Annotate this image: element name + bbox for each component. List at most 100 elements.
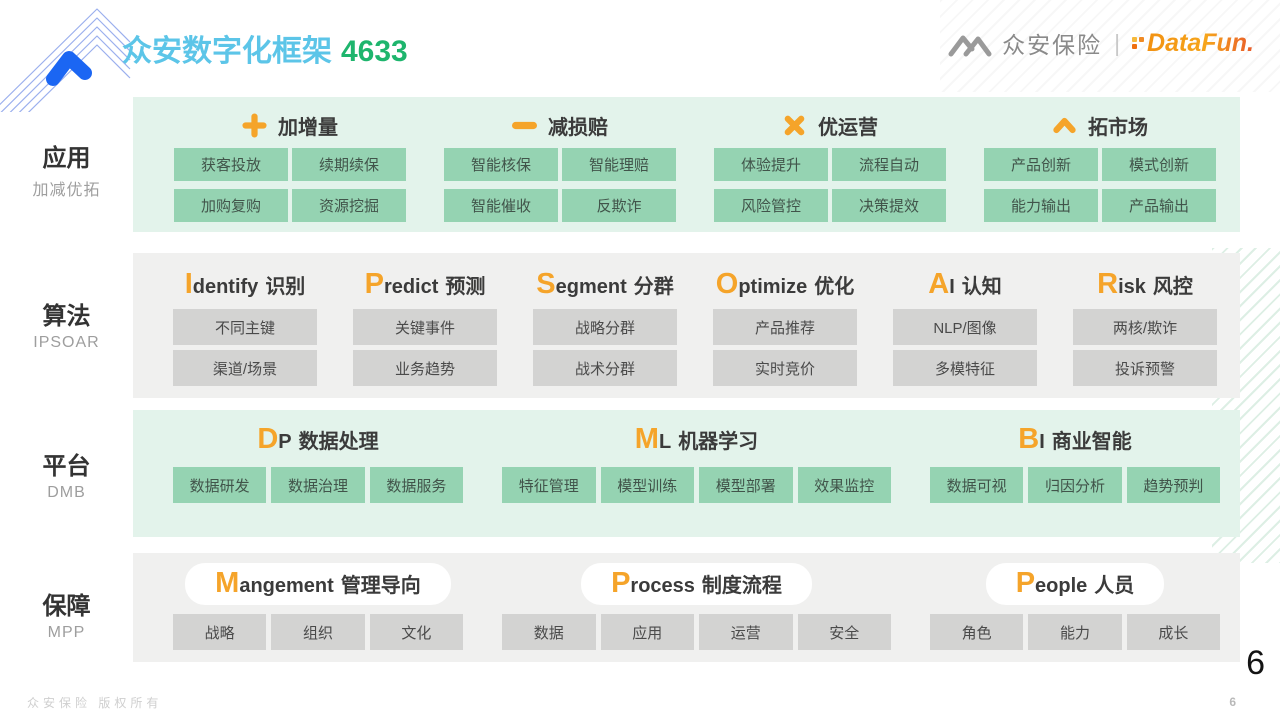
chip: 数据服务	[370, 467, 463, 503]
chip-grid: 战略分群 战术分群	[533, 309, 677, 386]
chip: 应用	[601, 614, 695, 650]
chip-grid: 特征管理 模型训练 模型部署 效果监控	[502, 467, 891, 503]
group-header-pill: Mangement管理导向	[185, 563, 451, 605]
header-initial: P	[365, 269, 384, 299]
group-header: BI 商业智能	[930, 424, 1220, 456]
group-title: 拓市场	[1088, 111, 1148, 140]
header-cn: 分群	[634, 276, 674, 298]
group-header: 优运营	[714, 110, 946, 140]
chip-grid: 战略 组织 文化	[173, 614, 463, 650]
group-header: 拓市场	[984, 110, 1216, 140]
brand-area: 众安保险 | DataFun.	[947, 26, 1254, 60]
group-expand-market: 拓市场 产品创新 模式创新 能力输出 产品输出	[984, 97, 1216, 232]
group-header: 减损赔	[444, 110, 676, 140]
group-predict: Predict预测 关键事件 业务趋势	[353, 253, 497, 398]
group-header: 加增量	[174, 110, 406, 140]
chip: 风险管控	[714, 189, 828, 222]
chip: 多模特征	[893, 350, 1037, 386]
row-label-sub: DMB	[0, 484, 133, 502]
group-ai: AI认知 NLP/图像 多模特征	[893, 253, 1037, 398]
datafun-logo-text: DataFun.	[1147, 29, 1254, 58]
chip-grid: 获客投放 续期续保 加购复购 资源挖掘	[174, 148, 406, 222]
chip-grid: 体验提升 流程自动 风险管控 决策提效	[714, 148, 946, 222]
row-label-platform: 平台 DMB	[0, 446, 133, 502]
chip: 获客投放	[174, 148, 288, 181]
row-label-main: 应用	[0, 138, 133, 173]
multiply-icon	[782, 113, 807, 138]
chip-grid: 角色 能力 成长	[930, 614, 1220, 650]
chip-grid: 数据 应用 运营 安全	[502, 614, 891, 650]
chip: 两核/欺诈	[1073, 309, 1217, 345]
row-label-application: 应用 加减优拓	[0, 138, 133, 200]
chip: 战略分群	[533, 309, 677, 345]
group-business-intelligence: BI 商业智能 数据可视 归因分析 趋势预判	[930, 410, 1220, 537]
header-rest: I	[1039, 431, 1045, 453]
header-rest: rocess	[630, 575, 695, 597]
chip: 智能理赔	[562, 148, 676, 181]
header-rest: P	[278, 431, 291, 453]
header-rest: I	[949, 276, 955, 298]
chip-grid: 两核/欺诈 投诉预警	[1073, 309, 1217, 386]
header-initial: A	[928, 269, 949, 299]
page-number-small: 6	[1229, 695, 1236, 709]
row-label-sub: MPP	[0, 624, 133, 642]
group-header-pill: People人员	[986, 563, 1165, 605]
chip: 实时竞价	[713, 350, 857, 386]
chip: 流程自动	[832, 148, 946, 181]
chip: 模型部署	[699, 467, 793, 503]
zhongan-logo-icon	[947, 28, 993, 58]
chip: 数据治理	[271, 467, 364, 503]
group-header: Risk风控	[1073, 269, 1217, 303]
header-cn: 商业智能	[1052, 431, 1132, 453]
chip: 产品创新	[984, 148, 1098, 181]
header-initial: M	[635, 424, 659, 454]
header-rest: isk	[1118, 276, 1146, 298]
group-header: AI认知	[893, 269, 1037, 303]
header-initial: P	[611, 568, 630, 598]
zhongan-logo-text: 众安保险	[1002, 26, 1102, 60]
datafun-dots-icon	[1132, 37, 1144, 49]
group-data-processing: DP数据处理 数据研发 数据治理 数据服务	[173, 410, 463, 537]
chip: NLP/图像	[893, 309, 1037, 345]
header-rest: redict	[384, 276, 438, 298]
chip: 加购复购	[174, 189, 288, 222]
support-panel: Mangement管理导向 战略 组织 文化 Process 制度流程 数据 应用…	[133, 553, 1240, 662]
header-cn: 预测	[445, 276, 485, 298]
chip: 资源挖掘	[292, 189, 406, 222]
chip: 效果监控	[798, 467, 892, 503]
group-optimize: Optimize优化 产品推荐 实时竞价	[713, 253, 857, 398]
header-cn: 优化	[814, 276, 854, 298]
group-header: Predict 预测	[353, 269, 497, 303]
header-cn: 制度流程	[702, 575, 782, 597]
header-initial: B	[1018, 424, 1039, 454]
header-rest: L	[659, 431, 671, 453]
row-label-sub: IPSOAR	[0, 334, 133, 352]
header-cn: 数据处理	[299, 431, 379, 453]
group-header: DP数据处理	[173, 424, 463, 456]
group-header: Optimize优化	[713, 269, 857, 303]
group-reduce-loss: 减损赔 智能核保 智能理赔 智能催收 反欺诈	[444, 97, 676, 232]
chip: 特征管理	[502, 467, 596, 503]
chip: 智能核保	[444, 148, 558, 181]
chip: 智能催收	[444, 189, 558, 222]
chip: 产品输出	[1102, 189, 1216, 222]
chip-grid: 智能核保 智能理赔 智能催收 反欺诈	[444, 148, 676, 222]
chip: 能力	[1028, 614, 1121, 650]
chip: 决策提效	[832, 189, 946, 222]
chip: 数据可视	[930, 467, 1023, 503]
chevron-decoration	[0, 0, 135, 112]
application-panel: 加增量 获客投放 续期续保 加购复购 资源挖掘 减损赔 智能核保 智能理赔 智能…	[133, 97, 1240, 232]
group-header: Segment分群	[533, 269, 677, 303]
group-process: Process 制度流程 数据 应用 运营 安全	[502, 553, 891, 662]
chip: 渠道/场景	[173, 350, 317, 386]
group-risk: Risk风控 两核/欺诈 投诉预警	[1073, 253, 1217, 398]
chip: 运营	[699, 614, 793, 650]
chip: 战术分群	[533, 350, 677, 386]
chip-grid: 数据可视 归因分析 趋势预判	[930, 467, 1220, 503]
row-label-main: 平台	[0, 446, 133, 481]
header-initial: P	[1016, 568, 1035, 598]
chip: 归因分析	[1028, 467, 1121, 503]
row-label-algorithm: 算法 IPSOAR	[0, 296, 133, 352]
chip: 模式创新	[1102, 148, 1216, 181]
chip-grid: 数据研发 数据治理 数据服务	[173, 467, 463, 503]
